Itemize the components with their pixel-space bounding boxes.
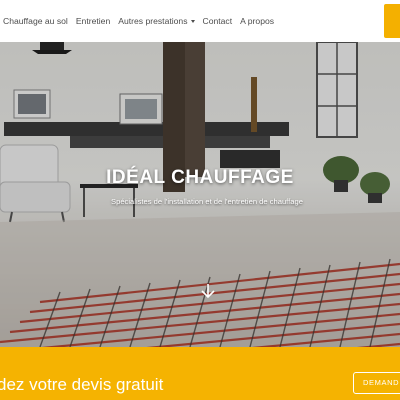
chevron-down-icon[interactable]	[199, 282, 217, 300]
nav-quote-button[interactable]	[384, 4, 400, 38]
nav-item-autres-prestations[interactable]: Autres prestations	[118, 16, 195, 26]
cta-text: dez votre devis gratuit	[0, 375, 164, 394]
nav-item-chauffage-au-sol[interactable]: Chauffage au sol	[3, 16, 68, 26]
nav-item-label: Contact	[202, 16, 233, 26]
caret-down-icon	[190, 19, 195, 23]
nav-item-entretien[interactable]: Entretien	[76, 16, 110, 26]
nav-item-a-propos[interactable]: A propos	[240, 16, 274, 26]
hero-banner: IDÉAL CHAUFFAGE Spécialistes de l'instal…	[0, 42, 400, 347]
nav-item-label: A propos	[240, 16, 275, 26]
hero-title: IDÉAL CHAUFFAGE	[106, 167, 294, 188]
quote-cta-bar: dez votre devis gratuit DEMAND	[0, 347, 400, 400]
quote-request-button[interactable]: DEMAND	[353, 372, 400, 394]
top-navbar: Chauffage au sol Entretien Autres presta…	[0, 0, 400, 43]
nav-item-label: Autres prestations	[118, 16, 188, 26]
hero-subtitle: Spécialistes de l'installation et de l'e…	[111, 197, 303, 206]
hero-overlay	[0, 42, 400, 347]
nav-item-label: Chauffage au sol	[3, 16, 68, 26]
nav-item-label: Entretien	[75, 16, 111, 26]
nav-menu: Chauffage au sol Entretien Autres presta…	[0, 0, 282, 42]
nav-item-contact[interactable]: Contact	[203, 16, 233, 26]
